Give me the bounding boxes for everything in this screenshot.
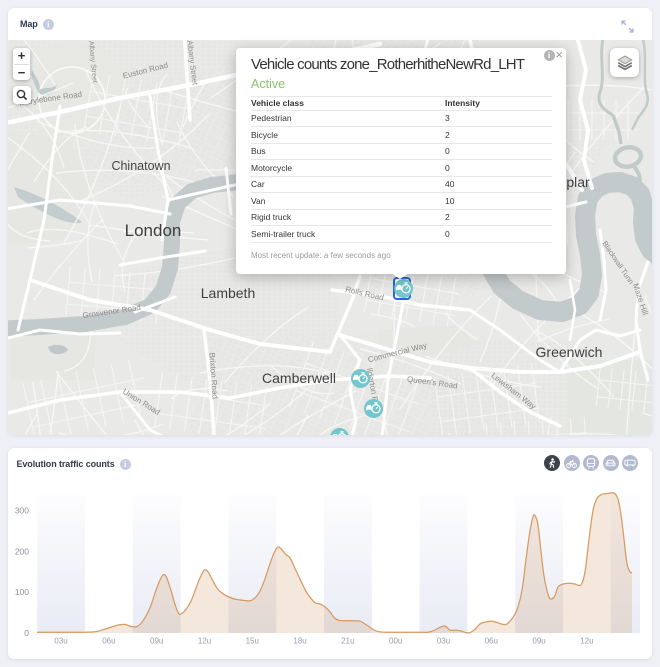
svg-text:London: London <box>125 221 182 240</box>
svg-text:03u: 03u <box>54 637 67 646</box>
svg-text:Lambeth: Lambeth <box>201 285 255 301</box>
svg-text:00u: 00u <box>389 637 402 646</box>
svg-text:09u: 09u <box>532 637 545 646</box>
svg-text:21u: 21u <box>341 637 354 646</box>
svg-text:12u: 12u <box>198 637 211 646</box>
svg-text:Camberwell: Camberwell <box>262 370 336 386</box>
svg-text:0: 0 <box>24 628 29 638</box>
svg-text:Chinatown: Chinatown <box>111 159 170 173</box>
svg-text:300: 300 <box>15 506 29 516</box>
svg-text:09u: 09u <box>150 637 163 646</box>
svg-text:06u: 06u <box>102 637 115 646</box>
svg-text:06u: 06u <box>485 637 498 646</box>
svg-text:12u: 12u <box>580 637 593 646</box>
svg-text:03u: 03u <box>437 637 450 646</box>
svg-text:plar: plar <box>566 174 590 190</box>
svg-text:18u: 18u <box>293 637 306 646</box>
svg-text:100: 100 <box>15 587 29 597</box>
svg-text:15u: 15u <box>246 637 259 646</box>
svg-text:Greenwich: Greenwich <box>536 344 603 360</box>
svg-text:200: 200 <box>15 546 29 556</box>
